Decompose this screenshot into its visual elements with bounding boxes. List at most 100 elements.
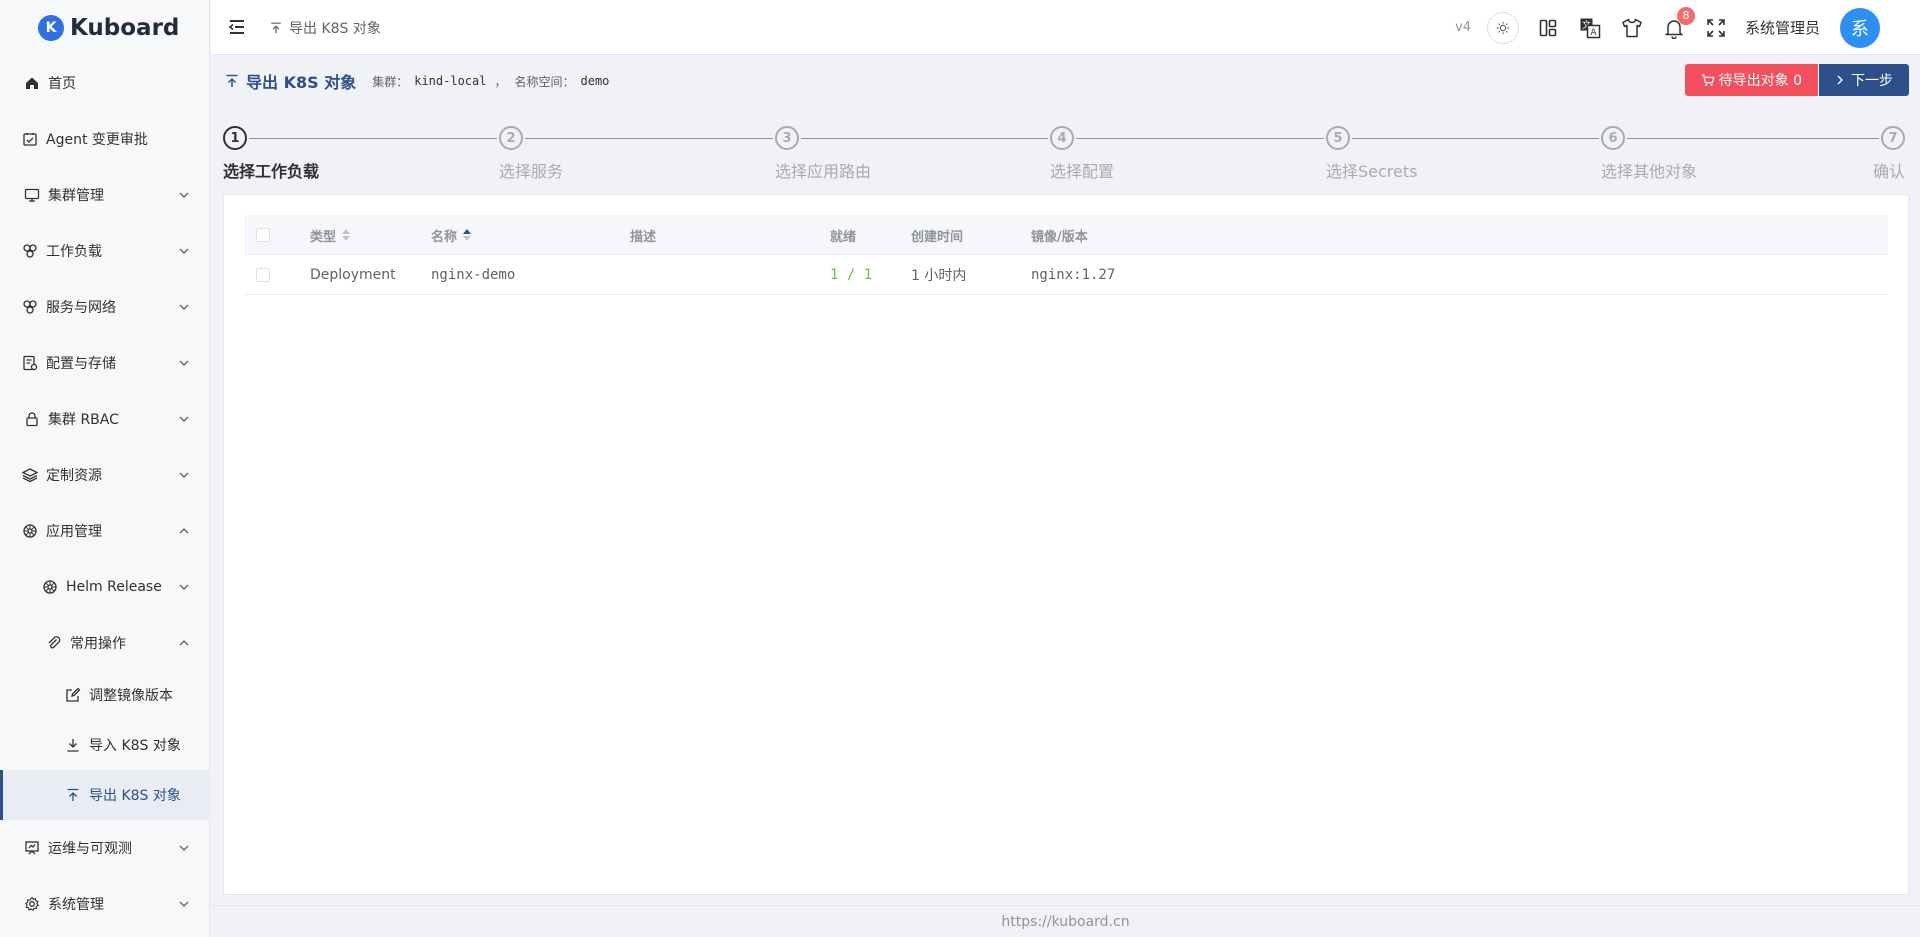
gear-icon — [22, 894, 42, 914]
step-number: 4 — [1050, 126, 1074, 150]
sidebar-item-workload[interactable]: 工作负载 — [0, 226, 210, 276]
theme-toggle-button[interactable] — [1486, 11, 1519, 44]
footer: https://kuboard.cn — [211, 905, 1920, 937]
row-checkbox[interactable] — [256, 255, 270, 295]
sidebar-item-custom-resources[interactable]: 定制资源 — [0, 450, 210, 500]
chevron-up-icon — [179, 640, 189, 646]
select-all-checkbox[interactable] — [256, 215, 270, 255]
next-step-button[interactable]: 下一步 — [1819, 64, 1909, 96]
pending-export-button[interactable]: 待导出对象 0 — [1684, 64, 1818, 96]
step-connector — [1352, 138, 1599, 139]
cell-image: nginx:1.27 — [1031, 267, 1116, 283]
paperclip-icon — [44, 633, 64, 653]
sidebar-item-home[interactable]: 首页 — [0, 58, 210, 108]
step-number: 2 — [499, 126, 523, 150]
step-connector — [249, 138, 497, 139]
step-label: 选择Secrets — [1326, 162, 1418, 181]
sidebar-item-network[interactable]: 服务与网络 — [0, 282, 210, 332]
col-type[interactable]: 类型 — [310, 215, 351, 255]
download-icon — [63, 735, 83, 755]
layers-icon — [20, 465, 40, 485]
sidebar-item-ops-observability[interactable]: 运维与可观测 — [0, 823, 210, 873]
cell-ready: 1 / 1 — [830, 267, 873, 283]
step-label: 选择其他对象 — [1601, 162, 1698, 181]
context-info: 集群： kind-local ， 名称空间： demo — [372, 73, 617, 90]
step-2[interactable]: 2 选择服务 — [499, 126, 563, 181]
step-6[interactable]: 6 选择其他对象 — [1601, 126, 1697, 181]
col-header-label: 创建时间 — [911, 229, 964, 245]
sidebar-item-config-storage[interactable]: 配置与存储 — [0, 338, 210, 388]
sidebar-item-import-k8s[interactable]: 导入 K8S 对象 — [0, 720, 210, 770]
layout-icon — [1539, 19, 1557, 36]
edit-icon — [63, 685, 83, 705]
monitor-icon — [22, 185, 42, 205]
avatar[interactable]: 系 — [1840, 7, 1880, 48]
sidebar-item-rbac[interactable]: 集群 RBAC — [0, 394, 210, 444]
sidebar-item-export-k8s[interactable]: 导出 K8S 对象 — [0, 770, 210, 820]
step-number: 3 — [775, 126, 799, 150]
sun-icon — [1496, 21, 1510, 34]
user-name[interactable]: 系统管理员 — [1745, 17, 1820, 38]
sidebar-item-label: Agent 变更审批 — [46, 132, 148, 148]
sidebar-item-label: 服务与网络 — [46, 300, 116, 316]
step-3[interactable]: 3 选择应用路由 — [775, 126, 871, 181]
step-number: 1 — [223, 126, 247, 150]
page-title-bar: 导出 K8S 对象 集群： kind-local ， 名称空间： demo 待导… — [224, 62, 1909, 100]
sidebar-item-label: 调整镜像版本 — [89, 688, 173, 704]
col-ready: 就绪 — [830, 215, 856, 255]
workload-card: 类型 名称 描述 就绪 创建时间 镜像/版本 Deployment nginx-… — [223, 194, 1909, 895]
step-label: 选择应用路由 — [775, 162, 872, 181]
fullscreen-icon — [1707, 18, 1725, 37]
col-name[interactable]: 名称 — [431, 215, 472, 255]
col-header-label: 描述 — [630, 229, 657, 245]
step-label: 选择配置 — [1050, 162, 1115, 181]
chevron-down-icon — [179, 248, 189, 254]
step-4[interactable]: 4 选择配置 — [1050, 126, 1114, 181]
step-connector — [801, 138, 1048, 139]
step-number: 5 — [1326, 126, 1350, 150]
breadcrumb[interactable]: 导出 K8S 对象 — [269, 0, 381, 55]
menu-collapse-icon[interactable] — [227, 17, 247, 37]
sort-icon[interactable] — [463, 229, 472, 241]
sidebar-item-system[interactable]: 系统管理 — [0, 879, 210, 929]
title-actions: 待导出对象 0 下一步 — [1684, 64, 1909, 96]
step-5[interactable]: 5 选择Secrets — [1326, 126, 1417, 181]
language-button[interactable]: 文A — [1577, 15, 1603, 41]
version-label: v4 — [1455, 20, 1471, 35]
step-number: 6 — [1601, 126, 1625, 150]
table-header: 类型 名称 描述 就绪 创建时间 镜像/版本 — [244, 215, 1888, 255]
sidebar-item-label: 配置与存储 — [46, 356, 116, 372]
step-7[interactable]: 7 确认 — [1873, 126, 1905, 181]
sort-icon[interactable] — [342, 229, 351, 241]
footer-link[interactable]: https://kuboard.cn — [1001, 914, 1129, 930]
kuboard-logo-icon: K — [38, 14, 64, 41]
sidebar-item-agent-approval[interactable]: Agent 变更审批 — [0, 114, 210, 164]
app-logo[interactable]: K Kuboard — [0, 0, 209, 55]
sidebar-item-helm-release[interactable]: Helm Release — [0, 562, 210, 612]
layout-button[interactable] — [1535, 15, 1561, 41]
sidebar-item-label: 首页 — [48, 76, 76, 92]
chevron-down-icon — [179, 192, 189, 198]
pending-export-label: 待导出对象 0 — [1718, 73, 1802, 89]
step-number: 7 — [1881, 126, 1905, 150]
config-icon — [20, 353, 40, 373]
skin-button[interactable] — [1619, 15, 1645, 41]
svg-text:A: A — [1590, 28, 1597, 38]
sidebar-item-common-ops[interactable]: 常用操作 — [0, 618, 210, 668]
notification-button[interactable]: 8 — [1661, 6, 1695, 41]
sidebar-item-adjust-image[interactable]: 调整镜像版本 — [0, 670, 210, 720]
sidebar-item-app-management[interactable]: 应用管理 — [0, 506, 210, 556]
fullscreen-button[interactable] — [1703, 15, 1729, 41]
step-1[interactable]: 1 选择工作负载 — [223, 126, 319, 181]
chevron-down-icon — [179, 416, 189, 422]
table-row[interactable]: Deployment nginx-demo 1 / 1 1 小时内 nginx:… — [244, 255, 1888, 295]
col-header-label: 就绪 — [830, 229, 857, 245]
chevron-right-icon — [1837, 75, 1843, 85]
context-separator: ， — [494, 74, 507, 89]
upload-icon — [271, 22, 281, 33]
cart-icon — [1701, 74, 1715, 86]
page-title: 导出 K8S 对象 — [224, 69, 356, 93]
cluster-value: kind-local — [414, 74, 487, 88]
upload-icon — [226, 74, 238, 87]
sidebar-item-cluster[interactable]: 集群管理 — [0, 170, 210, 220]
